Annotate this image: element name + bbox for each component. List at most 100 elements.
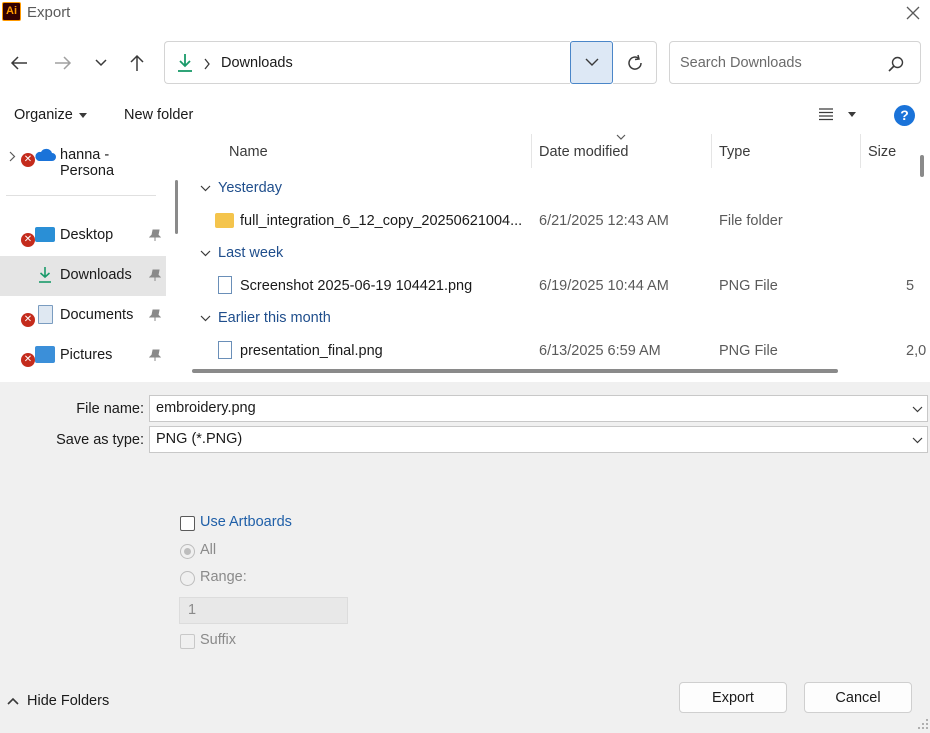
file-date: 6/19/2025 10:44 AM bbox=[539, 278, 669, 294]
range-label: Range: bbox=[200, 569, 247, 585]
use-artboards-label[interactable]: Use Artboards bbox=[200, 514, 292, 530]
range-input[interactable]: 1 bbox=[179, 597, 348, 624]
save-options-panel: File name: embroidery.png Save as type: … bbox=[0, 382, 930, 658]
column-header-type[interactable]: Type bbox=[719, 144, 750, 160]
caret-down-icon bbox=[78, 112, 87, 118]
group-header-yesterday[interactable]: Yesterday bbox=[200, 180, 282, 196]
sidebar-item-label: Pictures bbox=[60, 347, 113, 363]
cancel-button[interactable]: Cancel bbox=[804, 682, 912, 713]
file-name-field[interactable]: embroidery.png bbox=[149, 395, 928, 422]
address-bar[interactable]: Downloads bbox=[164, 41, 570, 84]
sidebar-item-onedrive[interactable]: ✕ hanna - Persona bbox=[0, 136, 166, 179]
column-divider[interactable] bbox=[860, 134, 861, 168]
sidebar-item-label: Documents bbox=[60, 307, 134, 323]
column-divider[interactable] bbox=[711, 134, 712, 168]
sync-error-icon: ✕ bbox=[21, 313, 35, 327]
pin-icon[interactable] bbox=[149, 309, 161, 322]
pin-icon[interactable] bbox=[149, 349, 161, 362]
file-row[interactable]: Screenshot 2025-06-19 104421.png 6/19/20… bbox=[190, 271, 920, 301]
chevron-right-icon bbox=[204, 58, 210, 70]
sort-chevron-icon bbox=[616, 134, 626, 140]
suffix-label: Suffix bbox=[200, 632, 237, 648]
organize-menu-button[interactable]: Organize bbox=[14, 107, 87, 123]
chevron-down-icon bbox=[912, 406, 923, 413]
range-input-value: 1 bbox=[188, 602, 197, 618]
pictures-icon bbox=[35, 346, 55, 363]
refresh-button[interactable] bbox=[613, 41, 657, 84]
column-header-size[interactable]: Size bbox=[868, 144, 896, 160]
use-artboards-checkbox[interactable] bbox=[180, 516, 195, 531]
sidebar-item-desktop[interactable]: ✕ Desktop bbox=[0, 216, 166, 256]
png-file-icon bbox=[218, 276, 232, 294]
arrow-right-icon bbox=[55, 56, 72, 70]
folder-icon bbox=[215, 213, 234, 228]
hide-folders-button[interactable]: Hide Folders bbox=[7, 693, 109, 709]
export-button[interactable]: Export bbox=[679, 682, 787, 713]
pin-icon[interactable] bbox=[149, 229, 161, 242]
chevron-down-icon bbox=[200, 185, 211, 191]
onedrive-cloud-icon bbox=[35, 148, 56, 161]
group-header-last-week[interactable]: Last week bbox=[200, 245, 283, 261]
chevron-down-icon bbox=[200, 250, 211, 256]
sidebar-item-label: hanna - Persona bbox=[60, 147, 115, 179]
close-icon bbox=[906, 6, 920, 20]
sidebar-divider bbox=[6, 195, 156, 196]
suffix-checkbox[interactable] bbox=[180, 634, 195, 649]
address-history-dropdown[interactable] bbox=[570, 41, 613, 84]
save-as-type-select[interactable]: PNG (*.PNG) bbox=[149, 426, 928, 453]
file-size: 2,0 bbox=[906, 343, 927, 359]
new-folder-button[interactable]: New folder bbox=[124, 107, 193, 123]
forward-button[interactable] bbox=[47, 47, 79, 79]
column-header-name[interactable]: Name bbox=[229, 144, 268, 160]
sidebar-item-label: Downloads bbox=[60, 267, 132, 283]
chevron-down-icon bbox=[200, 315, 211, 321]
range-radio[interactable] bbox=[180, 571, 195, 586]
sidebar-item-pictures[interactable]: ✕ Pictures bbox=[0, 336, 166, 376]
file-name: presentation_final.png bbox=[240, 343, 383, 359]
chevron-down-icon bbox=[912, 437, 923, 444]
hide-folders-label: Hide Folders bbox=[27, 693, 110, 709]
sync-error-icon: ✕ bbox=[21, 353, 35, 367]
file-date: 6/21/2025 12:43 AM bbox=[539, 213, 669, 229]
sidebar-item-documents[interactable]: ✕ Documents bbox=[0, 296, 166, 336]
file-list-vertical-scrollbar[interactable] bbox=[920, 155, 924, 177]
file-type: File folder bbox=[719, 213, 783, 229]
close-button[interactable] bbox=[896, 0, 930, 26]
back-button[interactable] bbox=[3, 47, 35, 79]
resize-grip-icon[interactable] bbox=[918, 719, 929, 730]
radio-dot bbox=[184, 548, 191, 555]
file-name-label: File name: bbox=[76, 401, 144, 417]
group-header-earlier-this-month[interactable]: Earlier this month bbox=[200, 310, 331, 326]
chevron-up-icon bbox=[7, 697, 19, 705]
column-divider[interactable] bbox=[531, 134, 532, 168]
search-placeholder: Search Downloads bbox=[680, 55, 802, 71]
navigation-pane: ✕ hanna - Persona ✕ Desktop Downloads ✕ … bbox=[0, 134, 175, 382]
file-row[interactable]: presentation_final.png 6/13/2025 6:59 AM… bbox=[190, 336, 926, 366]
up-button[interactable] bbox=[121, 47, 153, 79]
chevron-right-icon bbox=[9, 151, 16, 162]
column-header-date-modified[interactable]: Date modified bbox=[539, 144, 628, 160]
file-row[interactable]: full_integration_6_12_copy_20250621004..… bbox=[190, 206, 920, 236]
file-name: Screenshot 2025-06-19 104421.png bbox=[240, 278, 473, 294]
group-label: Earlier this month bbox=[218, 310, 331, 326]
desktop-icon bbox=[35, 227, 55, 242]
all-radio[interactable] bbox=[180, 544, 195, 559]
sidebar-item-downloads[interactable]: Downloads bbox=[0, 256, 166, 296]
refresh-icon bbox=[627, 54, 642, 70]
view-options-button[interactable] bbox=[818, 107, 856, 121]
download-icon bbox=[178, 54, 192, 72]
caret-down-icon bbox=[848, 111, 856, 117]
search-input[interactable]: Search Downloads bbox=[669, 41, 921, 84]
sidebar-scrollbar[interactable] bbox=[175, 180, 178, 234]
save-as-type-label: Save as type: bbox=[56, 432, 144, 448]
help-icon[interactable]: ? bbox=[894, 105, 915, 126]
search-icon bbox=[888, 56, 904, 72]
organize-label: Organize bbox=[14, 107, 73, 123]
save-as-type-value: PNG (*.PNG) bbox=[156, 431, 243, 447]
group-label: Last week bbox=[218, 245, 284, 261]
breadcrumb-downloads[interactable]: Downloads bbox=[221, 55, 293, 71]
recent-locations-button[interactable] bbox=[85, 47, 117, 79]
pin-icon[interactable] bbox=[149, 269, 161, 282]
file-type: PNG File bbox=[719, 278, 778, 294]
file-list-horizontal-scrollbar[interactable] bbox=[192, 369, 838, 373]
